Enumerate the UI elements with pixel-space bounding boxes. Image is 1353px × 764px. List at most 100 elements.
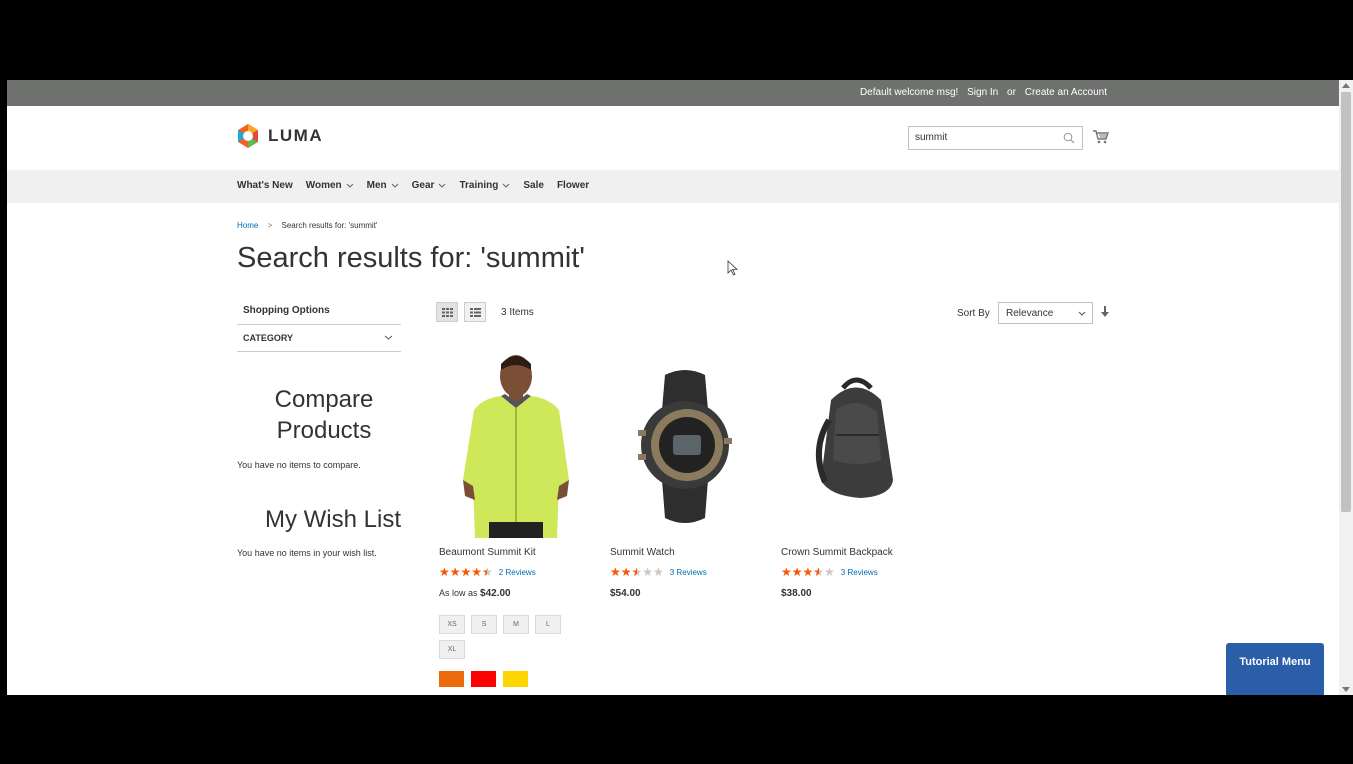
or-text: or [1007, 87, 1016, 98]
color-swatch-yellow[interactable] [503, 671, 528, 687]
main-navigation: What's New Women Men Gear Training Sale [7, 170, 1339, 203]
category-filter[interactable]: CATEGORY [237, 325, 401, 352]
chevron-down-icon [391, 183, 399, 188]
product-image[interactable] [781, 350, 931, 538]
nav-item-flower[interactable]: Flower [557, 180, 589, 191]
product-name-link[interactable]: Crown Summit Backpack [781, 547, 941, 558]
jacket-model-image [463, 355, 569, 538]
size-swatches: XS S M L XL [439, 615, 579, 665]
rating-fill: ★★★★★ [439, 566, 487, 578]
reviews-link[interactable]: 3 Reviews [670, 568, 707, 577]
nav-item-label: Training [459, 180, 499, 191]
category-filter-label: CATEGORY [243, 333, 294, 343]
nav-item-label: Sale [523, 180, 544, 191]
grid-icon [441, 307, 453, 317]
search-icon[interactable] [1063, 132, 1075, 144]
grid-view-button[interactable] [436, 302, 458, 322]
tutorial-menu-button[interactable]: Tutorial Menu [1226, 643, 1324, 695]
price-value: $38.00 [781, 588, 812, 599]
size-swatch-xl[interactable]: XL [439, 640, 465, 659]
product-image[interactable] [610, 350, 760, 538]
chevron-down-icon [439, 183, 446, 188]
rating-stars: ★★★★★★★★★★ [439, 565, 493, 579]
wish-list-empty-message: You have no items in your wish list. [237, 548, 377, 559]
backpack-image [815, 377, 893, 498]
luma-logo-icon [238, 124, 258, 148]
product-price: $54.00 [610, 588, 770, 599]
product-image[interactable] [439, 350, 589, 538]
product-item: Beaumont Summit Kit ★★★★★★★★★★ 2 Reviews… [439, 350, 599, 687]
nav-item-gear[interactable]: Gear [412, 180, 447, 191]
nav-item-label: Women [305, 180, 342, 191]
nav-item-sale[interactable]: Sale [523, 180, 544, 191]
search-box[interactable] [908, 126, 1083, 150]
rating-stars: ★★★★★★★★★★ [781, 565, 835, 579]
sort-by-label: Sort By [957, 308, 990, 319]
top-bar: Default welcome msg! Sign In or Create a… [7, 80, 1339, 106]
breadcrumb-home-link[interactable]: Home [237, 221, 258, 230]
nav-item-whats-new[interactable]: What's New [237, 180, 293, 191]
nav-item-label: What's New [237, 180, 293, 191]
rating-fill: ★★★★★ [610, 566, 637, 578]
item-count: 3 Items [501, 307, 534, 318]
size-swatch-l[interactable]: L [535, 615, 561, 634]
brand-name: LUMA [268, 126, 324, 145]
create-account-link[interactable]: Create an Account [1025, 87, 1107, 98]
rating-fill: ★★★★★ [781, 566, 819, 578]
welcome-message: Default welcome msg! [859, 87, 959, 98]
breadcrumb-current: Search results for: 'summit' [281, 221, 378, 230]
logo[interactable]: LUMA [236, 123, 323, 149]
nav-item-label: Flower [556, 180, 590, 191]
product-rating: ★★★★★★★★★★ 3 Reviews [610, 566, 770, 578]
product-price: As low as $42.00 [439, 588, 599, 599]
product-rating: ★★★★★★★★★★ 3 Reviews [781, 566, 941, 578]
nav-item-women[interactable]: Women [306, 180, 354, 191]
sidebar: Shopping Options CATEGORY Compare Produc… [237, 297, 401, 558]
nav-item-label: Men [366, 180, 387, 191]
product-name-link[interactable]: Summit Watch [610, 547, 770, 558]
search-input[interactable] [909, 127, 1061, 148]
size-swatch-s[interactable]: S [471, 615, 497, 634]
product-rating: ★★★★★★★★★★ 2 Reviews [439, 566, 599, 578]
cart-icon[interactable] [1093, 130, 1109, 144]
scroll-down-icon[interactable] [1342, 687, 1350, 692]
chevron-down-icon [346, 183, 354, 188]
color-swatch-red[interactable] [471, 671, 496, 687]
watch-image [638, 370, 732, 523]
sort-by-value: Relevance [1006, 308, 1054, 319]
chevron-down-icon [1078, 311, 1086, 316]
breadcrumb: Home > Search results for: 'summit' [237, 221, 377, 230]
page-scrollbar[interactable] [1339, 80, 1353, 695]
color-swatches [439, 671, 599, 687]
chevron-down-icon [384, 335, 393, 340]
nav-item-men[interactable]: Men [367, 180, 399, 191]
product-item: Summit Watch ★★★★★★★★★★ 3 Reviews $54.00 [610, 350, 770, 599]
browser-viewport: Default welcome msg! Sign In or Create a… [7, 80, 1339, 695]
color-swatch-orange[interactable] [439, 671, 464, 687]
header-links: Default welcome msg! Sign In or Create a… [854, 87, 1107, 98]
list-view-button[interactable] [464, 302, 486, 322]
wish-list-title: My Wish List [264, 506, 401, 534]
size-swatch-xs[interactable]: XS [439, 615, 465, 634]
compare-empty-message: You have no items to compare. [237, 460, 361, 471]
product-name-link[interactable]: Beaumont Summit Kit [439, 547, 599, 558]
product-item: Crown Summit Backpack ★★★★★★★★★★ 3 Revie… [781, 350, 941, 599]
nav-item-label: Gear [411, 180, 435, 191]
reviews-link[interactable]: 3 Reviews [841, 568, 878, 577]
price-value: $54.00 [610, 588, 641, 599]
breadcrumb-separator: > [267, 221, 273, 230]
sort-direction-icon[interactable] [1100, 306, 1110, 318]
sign-in-link[interactable]: Sign In [967, 87, 998, 98]
products-toolbar: 3 Items Sort By Relevance [436, 302, 1116, 326]
scroll-up-icon[interactable] [1342, 83, 1350, 88]
reviews-link[interactable]: 2 Reviews [499, 568, 536, 577]
sort-by-select[interactable]: Relevance [998, 302, 1093, 324]
mouse-cursor-icon [727, 260, 739, 276]
scrollbar-thumb[interactable] [1341, 92, 1351, 512]
page-title: Search results for: 'summit' [237, 242, 585, 274]
nav-item-training[interactable]: Training [459, 180, 510, 191]
product-price: $38.00 [781, 588, 941, 599]
rating-stars: ★★★★★★★★★★ [610, 565, 664, 579]
size-swatch-m[interactable]: M [503, 615, 529, 634]
price-prefix: As low as [439, 588, 478, 598]
